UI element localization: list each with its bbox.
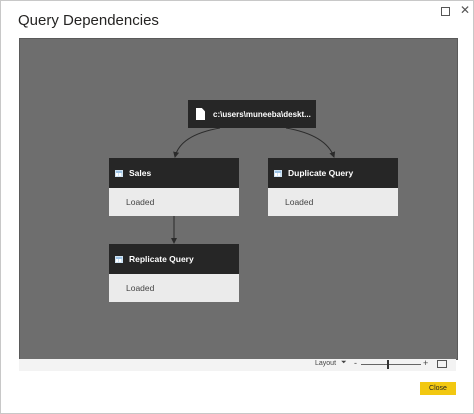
- dependency-canvas[interactable]: c:\users\muneeba\deskt... Sales Loaded D…: [19, 38, 458, 360]
- query-node-name: Replicate Query: [129, 254, 194, 264]
- query-node-status: Loaded: [109, 274, 239, 302]
- query-node-header: Replicate Query: [109, 244, 239, 274]
- zoom-slider-thumb[interactable]: [387, 360, 389, 369]
- edge-source-to-sales: [173, 127, 221, 158]
- query-node-status: Loaded: [109, 188, 239, 216]
- canvas-statusbar: Layout ⏷ - +: [19, 358, 456, 371]
- source-file-label: c:\users\muneeba\deskt...: [213, 109, 311, 119]
- query-node-replicate-query[interactable]: Replicate Query Loaded: [109, 244, 239, 302]
- layout-dropdown-icon[interactable]: ⏷: [341, 359, 347, 367]
- layout-label: Layout: [315, 360, 337, 367]
- fit-to-screen-icon[interactable]: [437, 360, 447, 368]
- query-node-status: Loaded: [268, 188, 398, 216]
- dialog-title: Query Dependencies: [18, 12, 159, 29]
- file-icon: [196, 108, 205, 120]
- maximize-icon[interactable]: [439, 5, 451, 17]
- close-button[interactable]: Close: [420, 382, 456, 395]
- close-icon[interactable]: ✕: [459, 4, 471, 16]
- query-node-header: Duplicate Query: [268, 158, 398, 188]
- zoom-in-button[interactable]: +: [423, 358, 428, 368]
- query-dependencies-dialog: Query Dependencies ✕ c:\users\muneeba\de…: [0, 0, 474, 414]
- query-node-duplicate-query[interactable]: Duplicate Query Loaded: [268, 158, 398, 216]
- table-icon: [274, 169, 282, 177]
- query-node-name: Sales: [129, 168, 152, 178]
- zoom-slider[interactable]: [361, 364, 421, 365]
- zoom-out-button[interactable]: -: [354, 358, 357, 368]
- source-file-node[interactable]: c:\users\muneeba\deskt...: [188, 100, 316, 128]
- table-icon: [115, 169, 123, 177]
- edge-source-to-duplicate: [285, 127, 336, 158]
- query-node-sales[interactable]: Sales Loaded: [109, 158, 239, 216]
- query-node-header: Sales: [109, 158, 239, 188]
- table-icon: [115, 255, 123, 263]
- query-node-name: Duplicate Query: [288, 168, 354, 178]
